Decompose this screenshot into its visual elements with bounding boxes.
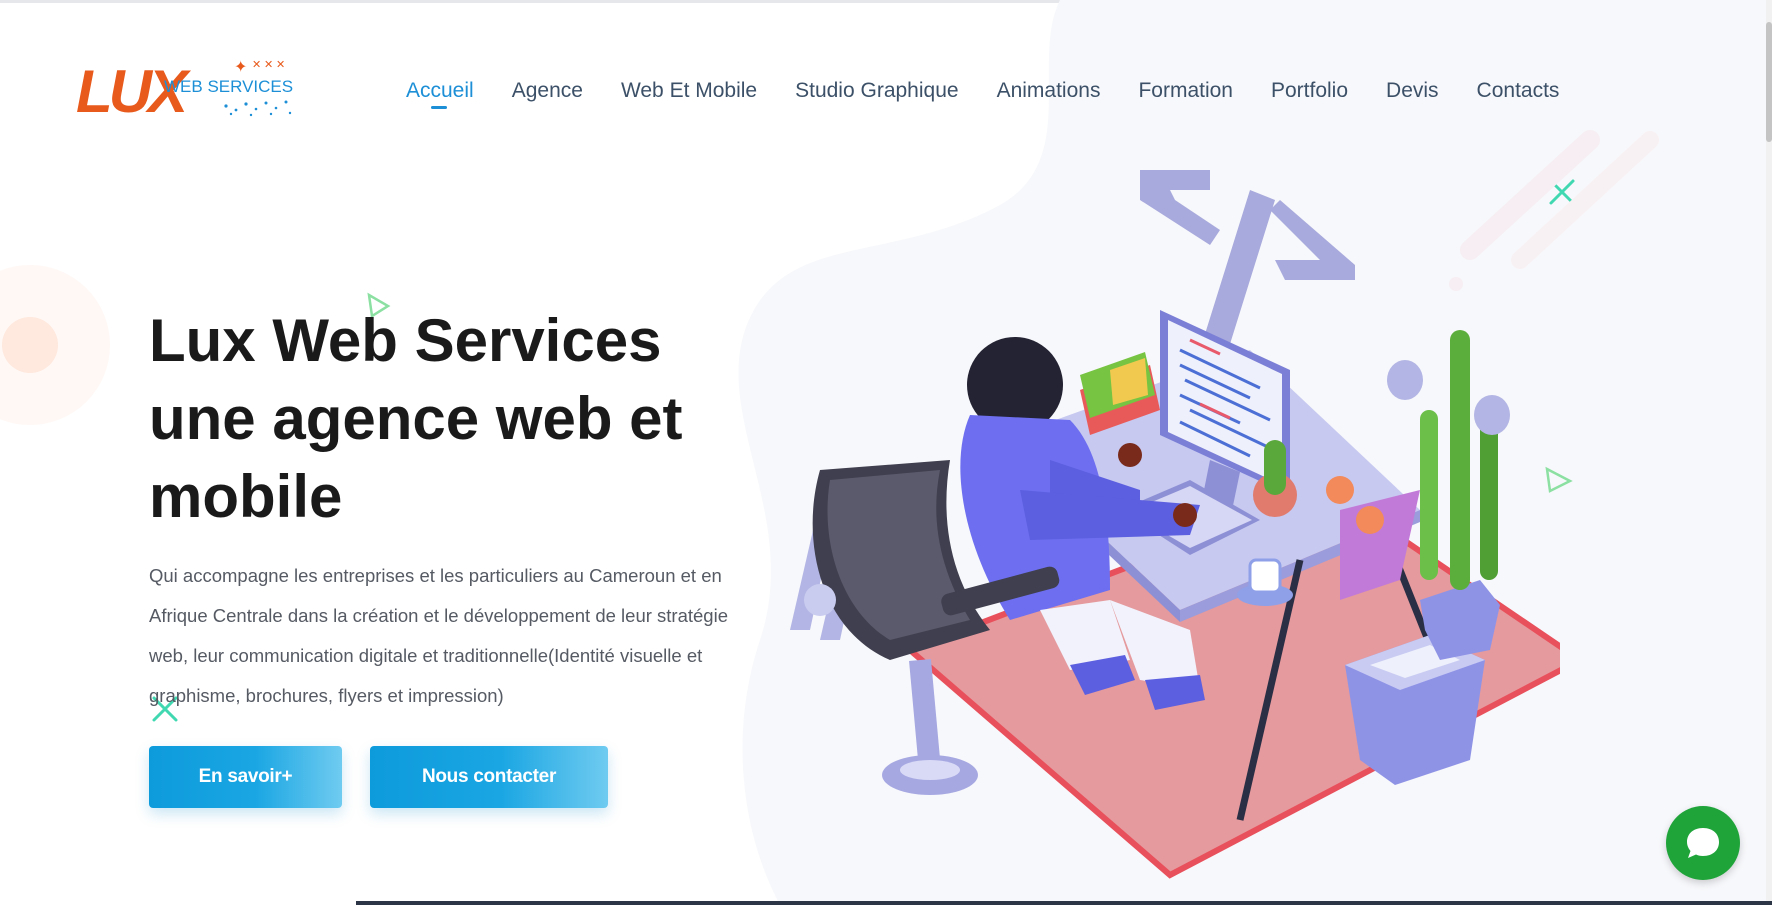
bottom-edge-bar (356, 901, 1772, 905)
hero-title-line: Lux Web Services (149, 307, 662, 374)
main-nav: Accueil Agence Web Et Mobile Studio Grap… (406, 76, 1578, 116)
hero-title: Lux Web Services une agence web et mobil… (149, 302, 749, 536)
active-indicator (431, 106, 447, 109)
nav-item-agence[interactable]: Agence (493, 76, 602, 106)
logo-sub: WEB SERVICES (164, 77, 293, 96)
hero-title-line: une agence web et (149, 385, 683, 452)
nav-label: Portfolio (1270, 79, 1349, 102)
nav-item-portfolio[interactable]: Portfolio (1252, 76, 1367, 106)
hero-description: Qui accompagne les entreprises et les pa… (149, 565, 728, 706)
page: LUX WEB SERVICES ✦ ✕ ✕ ✕ Accueil Agence … (0, 0, 1772, 905)
nav-label: Agence (511, 79, 583, 102)
nav-label: Web Et Mobile (620, 79, 758, 102)
nav-item-formation[interactable]: Formation (1119, 76, 1252, 106)
svg-text:✦: ✦ (234, 57, 247, 76)
nav-label: Contacts (1476, 79, 1560, 102)
learn-more-button[interactable]: En savoir+ (149, 746, 342, 808)
nav-label: Devis (1386, 79, 1439, 102)
scrollbar-thumb[interactable] (1766, 22, 1772, 142)
svg-text:✕: ✕ (264, 58, 273, 71)
nav-label: Accueil (406, 79, 474, 102)
nav-item-accueil[interactable]: Accueil (406, 76, 493, 109)
nav-item-studio-graphique[interactable]: Studio Graphique (776, 76, 977, 106)
contact-us-button[interactable]: Nous contacter (370, 746, 608, 808)
developer-at-desk-illustration (790, 170, 1560, 879)
svg-text:✕: ✕ (276, 58, 285, 71)
nav-label: Studio Graphique (795, 79, 959, 102)
nav-label: Animations (996, 79, 1101, 102)
chat-button[interactable] (1666, 806, 1740, 880)
nav-item-contacts[interactable]: Contacts (1458, 76, 1579, 106)
brand-logo[interactable]: LUX WEB SERVICES ✦ ✕ ✕ ✕ (76, 56, 296, 126)
nav-item-web-et-mobile[interactable]: Web Et Mobile (602, 76, 776, 106)
nav-item-devis[interactable]: Devis (1367, 76, 1458, 106)
scrollbar[interactable] (1766, 0, 1772, 905)
nav-label: Formation (1138, 79, 1233, 102)
svg-text:✕: ✕ (252, 58, 261, 71)
chat-bubble-icon (1687, 828, 1719, 858)
hero-title-line: mobile (149, 463, 343, 530)
nav-item-animations[interactable]: Animations (978, 76, 1120, 106)
